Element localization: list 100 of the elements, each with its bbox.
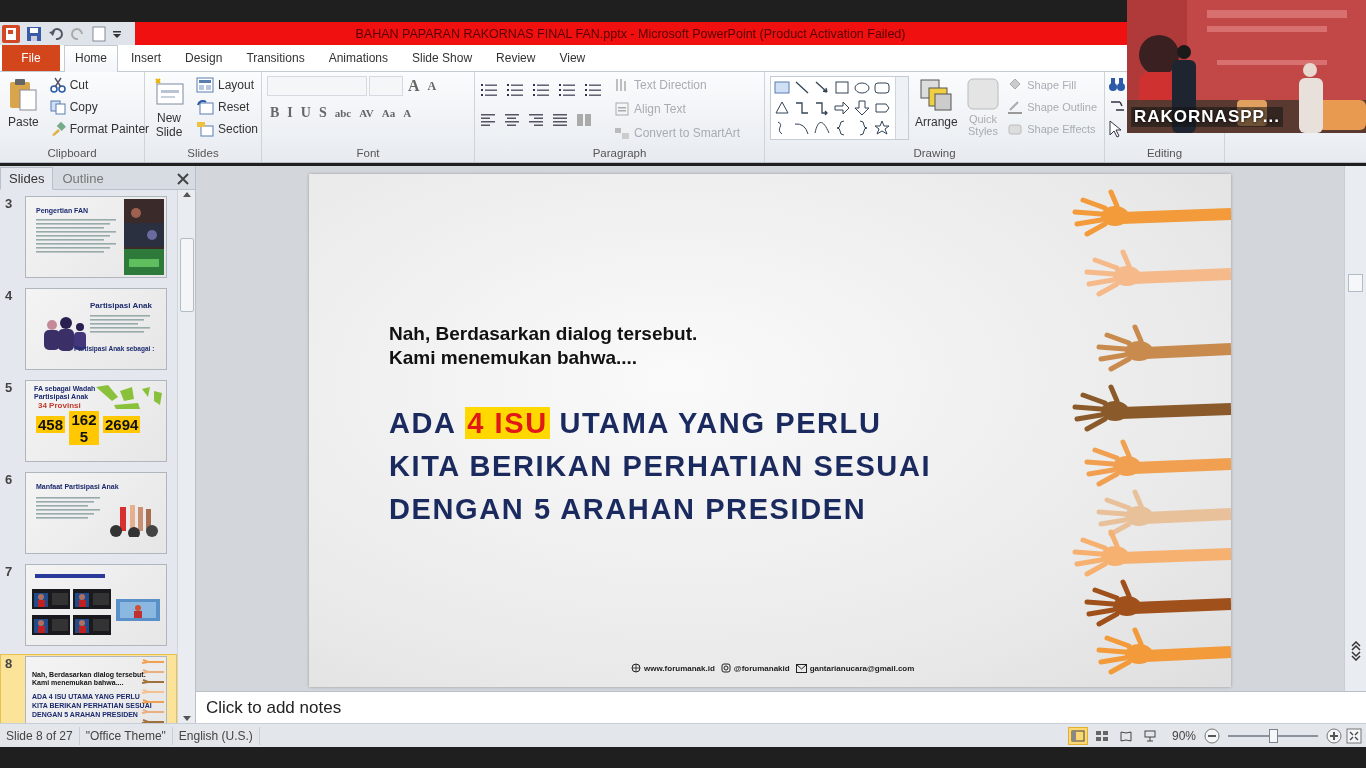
group-label: Font [355,146,381,161]
footer-text: www.forumanak.id [644,663,715,673]
reset-icon [196,99,214,115]
align-icon [480,112,496,128]
font-size-button[interactable]: A [405,76,423,96]
slides-button[interactable]: Section [194,120,261,138]
redo-icon [70,25,86,42]
font-size-field[interactable] [369,76,403,96]
thumbnail-subtitle: 34 Provinsi [38,401,81,410]
paste-button[interactable]: Paste [5,76,42,145]
arrange-button[interactable]: Arrange [912,76,961,145]
slides-button[interactable]: Reset [194,98,261,116]
scroll-thumb[interactable] [1348,274,1363,292]
status-text: Slide 8 of 27 [0,726,80,745]
paste-icon [8,78,39,112]
slide-number: 5 [5,380,14,395]
save-icon [26,25,42,42]
stat-number: 1625 [69,411,99,445]
projector-icon [1142,729,1157,742]
zoom-in-icon [1326,727,1342,744]
window-title: BAHAN PAPARAN RAKORNAS FINAL FAN.pptx - Microsoft PowerPoint (Product Activation Failed) [355,26,906,41]
new-slide-icon [153,78,185,108]
style-box-icon [967,78,999,110]
align-text-icon [614,101,630,117]
format-button[interactable]: S [315,104,330,122]
ribbon-tab[interactable]: Insert [120,45,173,71]
group-label: Slides [186,146,220,161]
format-button[interactable]: A [400,106,415,120]
font-size-button[interactable]: A [424,77,440,95]
text-lines-drawing [90,315,150,335]
clipboard-button[interactable]: Format Painter [47,120,152,138]
close-icon [177,173,189,185]
format-button[interactable]: AV [356,106,377,120]
zoom-level: 90% [1171,728,1196,743]
ribbon-tab[interactable]: Transitions [235,45,316,71]
binoculars-icon [1108,76,1126,92]
font-name-field[interactable] [267,76,367,96]
group-label: Paragraph [591,146,648,161]
status-text: "Office Theme" [79,726,173,745]
footer-text: @forumanakid [733,663,790,673]
normal-view-icon [1070,729,1085,742]
headline-text: DENGAN 5 ARAHAN PRESIDEN [389,492,868,527]
powerpoint-logo-icon [2,24,20,43]
headline-text: KITA BERIKAN PERHATIAN SESUAI [389,449,933,484]
layout-icon [196,77,214,93]
group-label: Drawing [912,146,957,161]
scissors-icon [49,77,66,93]
ribbon-tab[interactable]: Design [174,45,234,71]
format-button[interactable]: U [297,104,314,122]
next-slide-icon [1350,651,1361,661]
group-label: Editing [1145,146,1184,161]
fit-window-icon [1346,727,1362,744]
clipboard-button[interactable]: Cut [47,76,152,94]
format-button[interactable]: abc [331,106,355,120]
zoom-out-icon [1204,727,1220,744]
headline-text: ADA 4 ISU UTAMA YANG PERLU [389,406,883,441]
ribbon-tab[interactable]: View [548,45,597,71]
clipboard-button[interactable]: Copy [47,98,152,116]
mail-icon [795,663,807,673]
slides-button[interactable]: Layout [194,76,261,94]
ribbon-tab[interactable]: Animations [317,45,399,71]
undo-icon [48,25,64,42]
slider-thumb[interactable] [1269,728,1278,743]
intro-text: Nah, Berdasarkan dialog tersebut. [389,322,699,346]
section-icon [196,121,214,137]
group-label: Clipboard [46,146,98,161]
footer-text: gantarianucara@gmail.com [809,663,915,673]
thumbnail-title: Partisipasi Anak [90,301,152,310]
ribbon-tab[interactable]: Home [64,45,118,72]
align-icon [504,112,520,128]
intro-text: Kami menemukan bahwa.... [389,346,639,370]
scroll-thumb[interactable] [179,238,194,312]
sorter-grid-icon [1094,729,1109,742]
slide-number: 8 [5,656,14,671]
arrange-icon [919,78,954,112]
pen-line-icon [1007,99,1024,115]
reading-view-icon [1118,729,1133,742]
previous-slide-icon [1350,641,1361,651]
scrollbar[interactable] [177,190,195,723]
ribbon-tab[interactable]: File [2,45,60,71]
scrollbar[interactable] [1344,166,1366,691]
bullets-icon [480,82,498,98]
slide-number: 7 [5,564,14,579]
new-slide-button[interactable]: New Slide [150,76,188,145]
format-button[interactable]: B [267,104,283,122]
ribbon-tab[interactable]: Review [485,45,547,71]
shapes-gallery[interactable] [770,76,909,140]
format-button[interactable]: Aa [378,106,399,120]
copy-icon [49,99,66,115]
title-bar-drawing [35,574,105,578]
panel-tab[interactable]: Slides [0,167,54,190]
smartart-icon [614,125,630,141]
customize-toolbar-icon [112,28,122,39]
format-button[interactable]: I [284,104,296,122]
slide-number: 6 [5,472,14,487]
ribbon-tab[interactable]: Slide Show [401,45,484,71]
slide-number: 4 [5,288,14,303]
columns-icon [576,112,592,128]
view-button[interactable] [1067,726,1088,745]
slide-canvas[interactable]: Nah, Berdasarkan dialog tersebut. Kami menemukan bahwa.... ADA 4 ISU UTAMA YANG PERLU KITA BERIKAN PERHATIAN SESUAI DENGAN 5 ARAHAN PRESIDEN www.forumanak.id @forumanakid gantarianucara@gmail.com [309,174,1231,687]
